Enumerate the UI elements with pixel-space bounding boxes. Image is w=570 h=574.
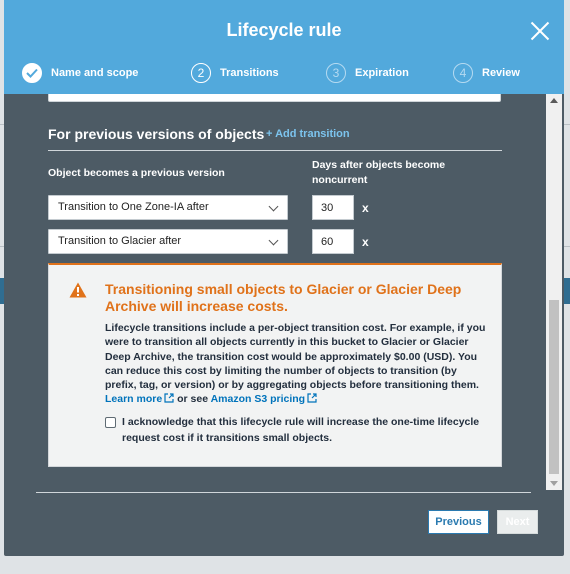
- s3-pricing-link[interactable]: Amazon S3 pricing: [211, 393, 318, 405]
- step-number: 4: [453, 63, 473, 83]
- step-label: Name and scope: [51, 67, 139, 79]
- warning-title: Transitioning small objects to Glacier o…: [105, 281, 462, 314]
- step-expiration[interactable]: 3 Expiration: [326, 62, 409, 84]
- pricing-label: Amazon S3 pricing: [210, 393, 306, 406]
- step-label: Expiration: [355, 67, 409, 79]
- scroll-down-arrow[interactable]: [550, 481, 558, 486]
- transition-select-value: Transition to Glacier after: [58, 235, 182, 247]
- lifecycle-rule-modal: Lifecycle rule Name and scope 2 Transiti…: [4, 0, 564, 556]
- step-number: 2: [191, 63, 211, 83]
- previous-button[interactable]: Previous: [428, 510, 489, 534]
- learn-more-link[interactable]: Learn more: [105, 393, 174, 405]
- scrollbar-thumb[interactable]: [549, 300, 559, 474]
- step-number: 3: [326, 63, 346, 83]
- external-link-icon: [307, 393, 317, 407]
- column-label-transition: Object becomes a previous version: [48, 167, 225, 179]
- modal-header: Lifecycle rule Name and scope 2 Transiti…: [4, 0, 564, 94]
- learn-more-label: Learn more: [105, 393, 163, 406]
- acknowledge-label[interactable]: I acknowledge that this lifecycle rule w…: [122, 415, 492, 446]
- step-transitions[interactable]: 2 Transitions: [191, 62, 279, 84]
- chevron-down-icon: [268, 235, 279, 246]
- footer-divider: [36, 492, 531, 493]
- acknowledge-checkbox[interactable]: [105, 417, 116, 428]
- external-link-icon: [164, 393, 174, 407]
- check-icon: [22, 63, 42, 83]
- transition-select-value: Transition to One Zone-IA after: [58, 201, 209, 213]
- warning-icon: [69, 282, 87, 303]
- scroll-up-arrow[interactable]: [550, 98, 558, 103]
- modal-content: For previous versions of objects + Add t…: [4, 94, 544, 490]
- step-label: Transitions: [220, 67, 279, 79]
- column-label-days: Days after objects become noncurrent: [312, 159, 446, 186]
- close-icon[interactable]: [530, 21, 550, 41]
- cost-warning-alert: Transitioning small objects to Glacier o…: [48, 263, 502, 467]
- days-unit: x: [362, 201, 369, 215]
- next-button[interactable]: Next: [497, 510, 538, 534]
- days-input[interactable]: [312, 195, 354, 220]
- days-unit: x: [362, 235, 369, 249]
- transition-select[interactable]: Transition to One Zone-IA after: [48, 195, 288, 220]
- section-divider: [48, 150, 502, 151]
- add-transition-link[interactable]: + Add transition: [266, 128, 350, 140]
- chevron-down-icon: [268, 201, 279, 212]
- transition-select[interactable]: Transition to Glacier after: [48, 229, 288, 254]
- step-label: Review: [482, 67, 520, 79]
- modal-title: Lifecycle rule: [226, 20, 342, 40]
- step-name-and-scope[interactable]: Name and scope: [22, 62, 138, 84]
- previous-field[interactable]: [48, 94, 501, 102]
- section-title: For previous versions of objects: [48, 126, 265, 142]
- or-see-text: or see: [177, 393, 209, 406]
- warning-text: Lifecycle transitions include a per-obje…: [105, 322, 486, 392]
- step-review[interactable]: 4 Review: [453, 62, 520, 84]
- warning-body: Lifecycle transitions include a per-obje…: [105, 321, 490, 408]
- days-input[interactable]: [312, 229, 354, 254]
